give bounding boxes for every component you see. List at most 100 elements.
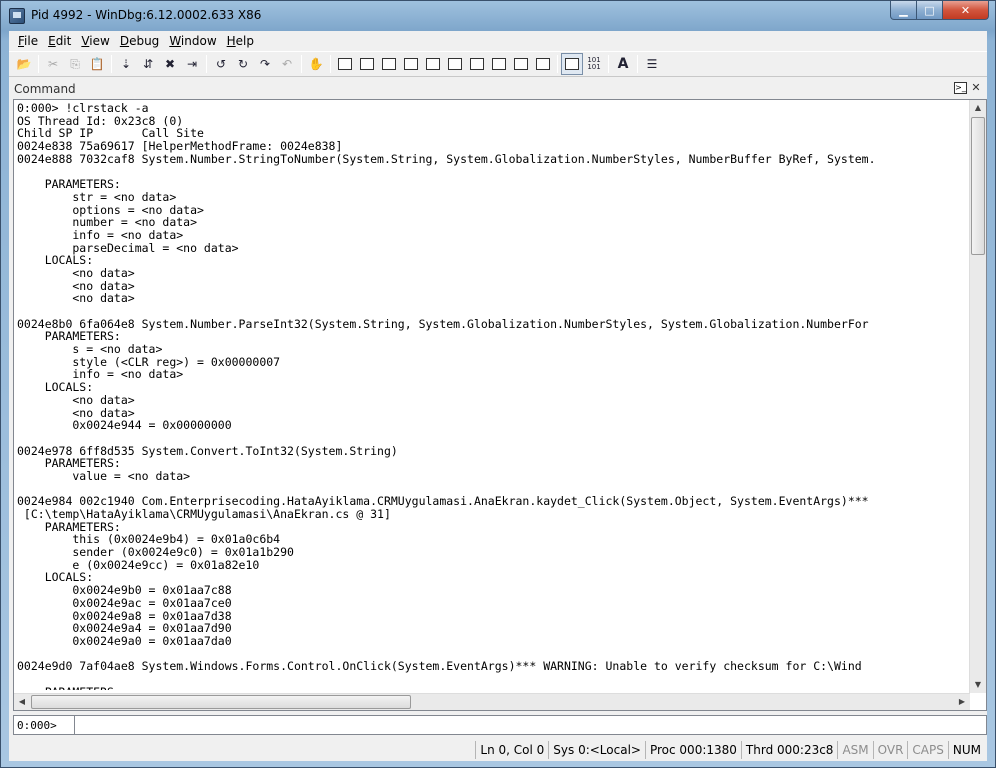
go-icon[interactable]: ⇣ xyxy=(115,53,137,75)
output-line: LOCALS: xyxy=(17,253,94,268)
menu-item-help[interactable]: Help xyxy=(222,31,259,51)
output-line: 0024e978 6ff8d535 System.Convert.ToInt32… xyxy=(17,443,398,458)
command-input-row: 0:000> xyxy=(13,715,987,735)
window-title: Pid 4992 - WinDbg:6.12.0002.633 X86 xyxy=(31,8,262,22)
status-proc: Proc 000:1380 xyxy=(644,741,741,759)
command-prompt-icon[interactable]: >_ xyxy=(954,82,967,94)
source-mode-on-icon[interactable] xyxy=(561,53,583,75)
status-ovr: OVR xyxy=(872,741,908,759)
status-num: NUM xyxy=(947,741,985,759)
menu-label: iew xyxy=(89,34,110,48)
command-pane-header: Command >_ ✕ xyxy=(9,79,987,98)
output-line: s = <no data> xyxy=(17,342,163,357)
scroll-up-icon[interactable]: ▲ xyxy=(970,100,986,116)
output-line: parseDecimal = <no data> xyxy=(17,240,239,255)
disassembly-window-icon[interactable] xyxy=(466,53,488,75)
step-into-icon[interactable]: ↺ xyxy=(210,53,232,75)
output-line: PARAMETERS: xyxy=(17,685,967,690)
menu-bar: File Edit View Debug Window Help xyxy=(9,31,987,51)
output-line: 0x0024e9ac = 0x01aa7ce0 xyxy=(17,595,232,610)
toolbar-separator xyxy=(301,55,302,73)
menu-accelerator: E xyxy=(48,34,56,48)
output-line: LOCALS: xyxy=(17,380,94,395)
output-line: number = <no data> xyxy=(17,215,198,230)
processes-threads-window-icon[interactable] xyxy=(510,53,532,75)
run-to-cursor-icon[interactable]: ↶ xyxy=(276,53,298,75)
output-line: sender (0x0024e9c0) = 0x01a1b290 xyxy=(17,545,294,560)
output-line: 0x0024e9a4 = 0x01aa7d90 xyxy=(17,621,232,636)
windbg-app-icon[interactable] xyxy=(9,8,25,24)
source-mode-icon[interactable] xyxy=(532,53,554,75)
scratch-pad-window-icon[interactable] xyxy=(488,53,510,75)
horizontal-scrollbar[interactable]: ◀ ▶ xyxy=(14,693,970,710)
output-line: e (0x0024e9cc) = 0x01a82e10 xyxy=(17,557,260,572)
output-line: 0024e9d0 7af04ae8 System.Windows.Forms.C… xyxy=(17,659,862,674)
restart-icon[interactable]: ⇵ xyxy=(137,53,159,75)
horizontal-scroll-thumb[interactable] xyxy=(31,695,411,709)
output-line: 0024e888 7032caf8 System.Number.StringTo… xyxy=(17,151,876,166)
output-line: 0x0024e9b0 = 0x01aa7c88 xyxy=(17,583,232,598)
scroll-left-icon[interactable]: ◀ xyxy=(14,694,30,710)
output-line: <no data> xyxy=(17,265,135,280)
command-input-prompt: 0:000> xyxy=(17,719,57,732)
toolbar: 📂 ✂ ⎘ 📋 ⇣ ⇵ ✖ ⇥ ↺ ↻ ↷ ↶ ✋ 101 101 A ☰ xyxy=(9,51,987,77)
close-button[interactable]: ✕ xyxy=(943,1,989,20)
memory-window-icon[interactable] xyxy=(422,53,444,75)
font-icon[interactable]: A xyxy=(612,53,634,75)
break-icon[interactable]: ✋ xyxy=(305,53,327,75)
windbg-window: Pid 4992 - WinDbg:6.12.0002.633 X86 ▁ □ … xyxy=(0,0,996,768)
options-icon[interactable]: ☰ xyxy=(641,53,663,75)
menu-accelerator: W xyxy=(169,34,181,48)
open-source-file-icon[interactable]: 📂 xyxy=(13,53,35,75)
menu-item-edit[interactable]: Edit xyxy=(43,31,76,51)
status-thrd: Thrd 000:23c8 xyxy=(740,741,838,759)
menu-item-window[interactable]: Window xyxy=(164,31,221,51)
paste-icon[interactable]: 📋 xyxy=(86,53,108,75)
output-line: str = <no data> xyxy=(17,189,177,204)
maximize-button[interactable]: □ xyxy=(917,1,943,20)
hex-display-icon[interactable]: 101 101 xyxy=(583,53,605,75)
cut-icon[interactable]: ✂ xyxy=(42,53,64,75)
vertical-scrollbar[interactable]: ▲ ▼ xyxy=(969,100,986,693)
pane-close-icon[interactable]: ✕ xyxy=(970,81,982,94)
vertical-scroll-thumb[interactable] xyxy=(971,117,985,255)
minimize-button[interactable]: ▁ xyxy=(890,1,917,20)
command-window-icon[interactable] xyxy=(334,53,356,75)
command-output[interactable]: 0:000> !clrstack -a OS Thread Id: 0x23c8 … xyxy=(13,99,987,711)
step-out-icon[interactable]: ↷ xyxy=(254,53,276,75)
toolbar-separator xyxy=(206,55,207,73)
output-line: info = <no data> xyxy=(17,227,184,242)
output-line: PARAMETERS: xyxy=(17,177,121,192)
status-caps: CAPS xyxy=(907,741,947,759)
output-line: info = <no data> xyxy=(17,367,184,382)
menu-item-debug[interactable]: Debug xyxy=(115,31,164,51)
step-over-icon[interactable]: ↻ xyxy=(232,53,254,75)
command-pane-title: Command xyxy=(14,82,76,96)
menu-accelerator: D xyxy=(119,34,130,48)
copy-icon[interactable]: ⎘ xyxy=(64,53,86,75)
output-line: <no data> xyxy=(17,278,135,293)
detach-icon[interactable]: ⇥ xyxy=(181,53,203,75)
menu-item-file[interactable]: File xyxy=(13,31,43,51)
scroll-down-icon[interactable]: ▼ xyxy=(970,677,986,693)
status-bar: Ln 0, Col 0 Sys 0:<Local> Proc 000:1380 Thr… xyxy=(9,739,987,761)
call-stack-window-icon[interactable] xyxy=(444,53,466,75)
command-input[interactable] xyxy=(77,717,977,733)
stop-debugging-icon[interactable]: ✖ xyxy=(159,53,181,75)
output-line: [C:\temp\HataAyiklama\CRMUygulamasi\AnaE… xyxy=(17,507,391,521)
output-line: 0x0024e944 = 0x00000000 xyxy=(17,418,232,433)
status-sys: Sys 0:<Local> xyxy=(548,741,645,759)
menu-item-view[interactable]: View xyxy=(76,31,114,51)
scroll-right-icon[interactable]: ▶ xyxy=(954,694,970,710)
watch-window-icon[interactable] xyxy=(356,53,378,75)
registers-window-icon[interactable] xyxy=(400,53,422,75)
toolbar-separator xyxy=(330,55,331,73)
title-bar[interactable]: Pid 4992 - WinDbg:6.12.0002.633 X86 ▁ □ … xyxy=(1,1,995,30)
locals-window-icon[interactable] xyxy=(378,53,400,75)
menu-label: ile xyxy=(24,34,39,48)
toolbar-separator xyxy=(557,55,558,73)
menu-label: elp xyxy=(235,34,255,48)
